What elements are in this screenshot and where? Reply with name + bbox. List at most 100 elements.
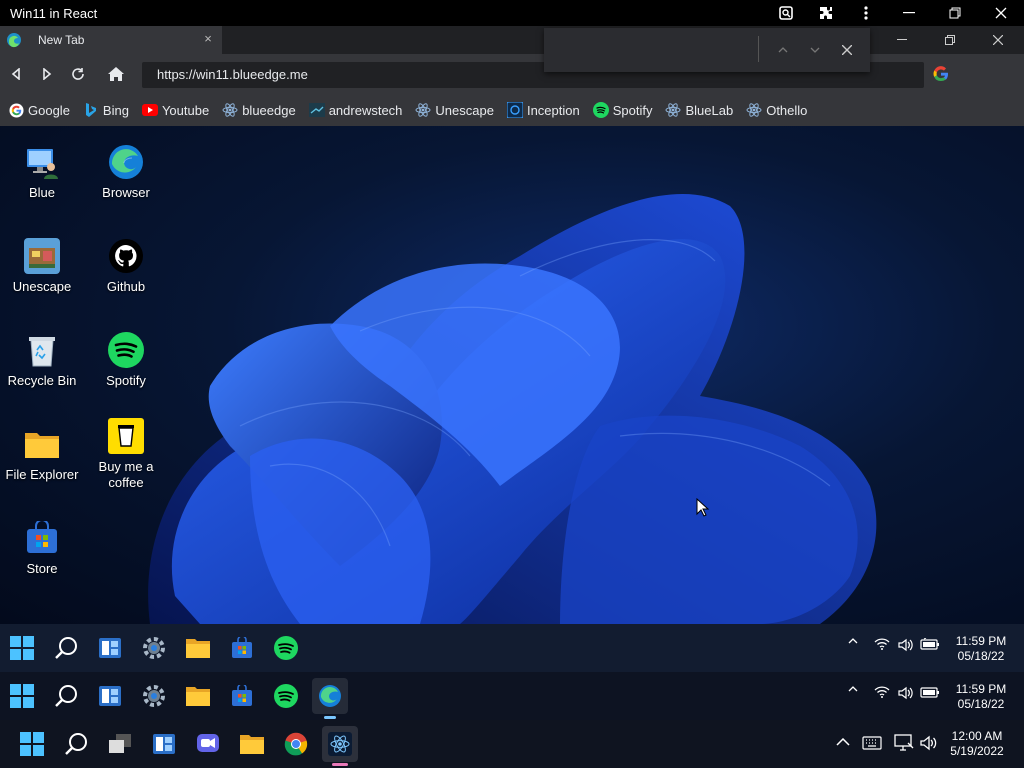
file-explorer-icon[interactable] bbox=[182, 680, 214, 712]
tray-chevron-icon[interactable] bbox=[836, 738, 850, 746]
search-icon[interactable] bbox=[50, 680, 82, 712]
bookmark-andrewstech[interactable]: andrewstech bbox=[308, 102, 402, 118]
browser-close-icon[interactable] bbox=[974, 26, 1022, 54]
forward-icon[interactable] bbox=[32, 59, 62, 89]
find-close-icon[interactable] bbox=[837, 40, 857, 60]
edge-icon bbox=[108, 144, 144, 180]
clock-time: 12:00 AM bbox=[951, 729, 1003, 743]
start-icon[interactable] bbox=[6, 680, 38, 712]
close-icon[interactable] bbox=[978, 0, 1024, 26]
find-next-icon[interactable] bbox=[805, 40, 825, 60]
wifi-icon[interactable] bbox=[874, 638, 890, 650]
browser-edge-icon[interactable] bbox=[312, 678, 348, 714]
search-icon[interactable] bbox=[60, 728, 92, 760]
settings-icon[interactable] bbox=[138, 680, 170, 712]
host-taskbar-clock[interactable]: 12:00 AM 5/19/2022 bbox=[942, 729, 1012, 759]
clock-date: 5/19/2022 bbox=[950, 744, 1004, 758]
bookmark-spotify[interactable]: Spotify bbox=[592, 102, 652, 118]
taskbar-clock[interactable]: 11:59 PM 05/18/22 bbox=[946, 682, 1016, 712]
clock-date: 05/18/22 bbox=[957, 697, 1005, 711]
clock-time: 11:59 PM bbox=[955, 634, 1007, 648]
start-icon[interactable] bbox=[6, 632, 38, 664]
volume-icon[interactable] bbox=[920, 735, 938, 751]
wifi-icon[interactable] bbox=[874, 686, 890, 698]
volume-icon[interactable] bbox=[898, 638, 914, 652]
store-icon[interactable] bbox=[226, 632, 258, 664]
search-icon[interactable] bbox=[50, 632, 82, 664]
widgets-icon[interactable] bbox=[94, 680, 126, 712]
task-view-icon[interactable] bbox=[104, 728, 136, 760]
bookmark-bluelab[interactable]: BlueLab bbox=[665, 102, 733, 118]
tab-search-icon[interactable] bbox=[766, 0, 806, 26]
spotify-icon[interactable] bbox=[270, 632, 302, 664]
react-icon bbox=[665, 102, 681, 118]
desktop-icon-blue[interactable]: Blue bbox=[0, 144, 84, 201]
volume-icon[interactable] bbox=[898, 686, 914, 700]
restore-icon[interactable] bbox=[932, 0, 978, 26]
browser-restore-icon[interactable] bbox=[926, 26, 974, 54]
bookmark-youtube[interactable]: Youtube bbox=[141, 102, 209, 118]
chrome-icon[interactable] bbox=[280, 728, 312, 760]
inner-taskbar-1: 11:59 PM 05/18/22 bbox=[0, 624, 1024, 672]
bookmark-blueedge[interactable]: blueedge bbox=[222, 102, 296, 118]
display-icon[interactable] bbox=[894, 734, 914, 752]
app-titlebar: Win11 in React bbox=[0, 0, 1024, 26]
desktop-icon-store[interactable]: Store bbox=[0, 520, 84, 577]
find-previous-icon[interactable] bbox=[773, 40, 793, 60]
taskbar-clock[interactable]: 11:59 PM 05/18/22 bbox=[946, 634, 1016, 664]
extensions-icon[interactable] bbox=[806, 0, 846, 26]
file-explorer-icon[interactable] bbox=[182, 632, 214, 664]
browser-minimize-icon[interactable] bbox=[878, 26, 926, 54]
more-menu-icon[interactable] bbox=[846, 0, 886, 26]
host-taskbar: 12:00 AM 5/19/2022 bbox=[0, 720, 1024, 768]
react-icon bbox=[746, 102, 762, 118]
start-icon[interactable] bbox=[16, 728, 48, 760]
bookmark-bing[interactable]: Bing bbox=[83, 102, 129, 118]
tray-chevron-icon[interactable] bbox=[848, 638, 858, 644]
screen: Win11 in React New Tab × https://win11.b… bbox=[0, 0, 1024, 768]
find-separator bbox=[758, 36, 759, 62]
reload-icon[interactable] bbox=[63, 59, 93, 89]
tab-close-icon[interactable]: × bbox=[200, 31, 216, 47]
google-search-icon[interactable] bbox=[933, 66, 949, 87]
find-bar bbox=[544, 28, 870, 72]
store-icon[interactable] bbox=[226, 680, 258, 712]
bing-icon bbox=[83, 102, 99, 118]
bookmarks-bar: Google Bing Youtube blueedge andrewstech… bbox=[0, 94, 1024, 126]
tray-chevron-icon[interactable] bbox=[848, 686, 858, 692]
desktop-icon-browser[interactable]: Browser bbox=[84, 144, 168, 201]
bookmark-othello[interactable]: Othello bbox=[746, 102, 807, 118]
tab-label: New Tab bbox=[38, 33, 85, 47]
chat-icon[interactable] bbox=[192, 728, 224, 760]
coffee-icon bbox=[108, 418, 144, 454]
desktop-icon-recycle-bin[interactable]: Recycle Bin bbox=[0, 332, 84, 389]
battery-icon[interactable] bbox=[920, 638, 940, 650]
desktop-icon-spotify[interactable]: Spotify bbox=[84, 332, 168, 389]
settings-icon[interactable] bbox=[138, 632, 170, 664]
browser-tab[interactable]: New Tab × bbox=[0, 26, 222, 54]
app-title: Win11 in React bbox=[10, 5, 98, 21]
bookmark-google[interactable]: Google bbox=[8, 102, 70, 118]
google-icon bbox=[8, 102, 24, 118]
bookmark-inception[interactable]: Inception bbox=[506, 102, 580, 118]
minimize-icon[interactable] bbox=[886, 0, 932, 26]
spotify-icon[interactable] bbox=[270, 680, 302, 712]
widgets-icon[interactable] bbox=[148, 728, 180, 760]
desktop-icon-file-explorer[interactable]: File Explorer bbox=[0, 426, 84, 483]
folder-icon bbox=[24, 426, 60, 462]
spotify-icon bbox=[592, 102, 609, 118]
home-icon[interactable] bbox=[101, 59, 131, 89]
desktop-icon-buy-me-a-coffee[interactable]: Buy me a coffee bbox=[84, 418, 168, 491]
bookmark-unescape[interactable]: Unescape bbox=[415, 102, 494, 118]
user-pc-icon bbox=[24, 144, 60, 180]
browser-tabstrip: New Tab × bbox=[0, 26, 1024, 54]
keyboard-icon[interactable] bbox=[862, 736, 882, 750]
back-icon[interactable] bbox=[1, 59, 31, 89]
widgets-icon[interactable] bbox=[94, 632, 126, 664]
desktop-icon-unescape[interactable]: Unescape bbox=[0, 238, 84, 295]
active-indicator bbox=[332, 763, 348, 766]
desktop-icon-github[interactable]: Github bbox=[84, 238, 168, 295]
battery-icon[interactable] bbox=[920, 686, 940, 698]
win11-react-app-icon[interactable] bbox=[322, 726, 358, 762]
file-explorer-icon[interactable] bbox=[236, 728, 268, 760]
